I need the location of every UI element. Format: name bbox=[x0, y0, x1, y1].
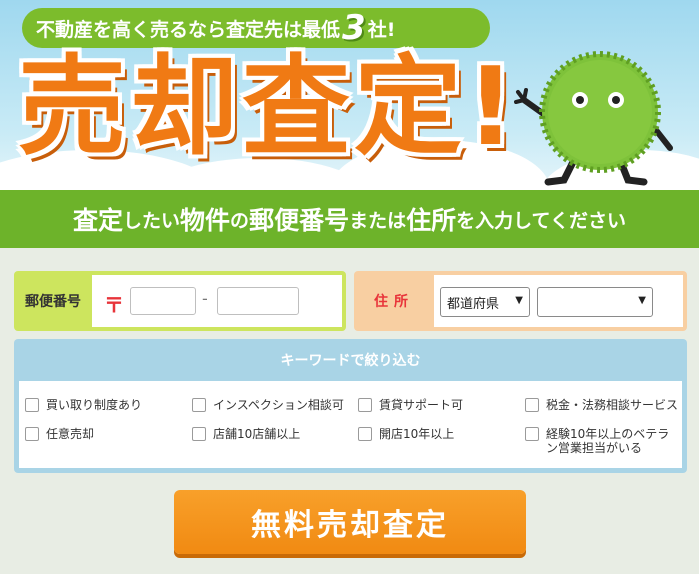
prefecture-select-value: 都道府県 bbox=[447, 296, 500, 312]
band-text: 査定 bbox=[73, 206, 124, 235]
band-text: 住所 bbox=[406, 206, 457, 235]
keyword-option[interactable]: 賃貸サポート可 bbox=[358, 398, 463, 412]
keyword-option-label: 税金・法務相談サービス bbox=[546, 398, 679, 412]
zip-label: 郵便番号 bbox=[25, 294, 81, 310]
keyword-option-label: 賃貸サポート可 bbox=[379, 398, 464, 412]
keyword-option[interactable]: 買い取り制度あり bbox=[25, 398, 142, 412]
keyword-option-label: 任意売却 bbox=[46, 427, 95, 441]
keyword-options: 買い取り制度あり インスペクション相談可 賃貸サポート可 税金・法務相談サービス… bbox=[19, 381, 682, 468]
zip-first-input[interactable] bbox=[130, 287, 196, 315]
free-appraisal-button[interactable]: 無料売却査定 bbox=[174, 490, 526, 554]
mascot-icon bbox=[514, 51, 673, 186]
keyword-option-label: 店舗10店舗以上 bbox=[213, 427, 301, 441]
band-text: または bbox=[349, 209, 407, 232]
tagline-text: 不動産を高く売るなら査定先は最低 bbox=[36, 18, 341, 41]
keyword-option-label: 経験10年以上のベテラン営業担当がいる bbox=[546, 427, 670, 455]
checkbox[interactable] bbox=[358, 427, 372, 441]
keyword-option[interactable]: 開店10年以上 bbox=[358, 427, 454, 441]
zip-input-area: 〒 - bbox=[92, 275, 342, 327]
band-text: の bbox=[230, 209, 250, 232]
zip-panel: 郵便番号 〒 - bbox=[14, 271, 346, 331]
address-panel: 住所 都道府県 ▼ ▼ bbox=[354, 271, 687, 331]
checkbox[interactable] bbox=[25, 427, 39, 441]
tagline-suffix: 社! bbox=[367, 18, 396, 41]
checkbox[interactable] bbox=[192, 398, 206, 412]
band-text: を入力してください bbox=[456, 209, 626, 232]
chevron-down-icon: ▼ bbox=[638, 295, 646, 306]
hero-tagline: 不動産を高く売るなら査定先は最低 3 社! bbox=[22, 8, 490, 48]
band-text: したい bbox=[123, 209, 181, 232]
checkbox[interactable] bbox=[25, 398, 39, 412]
keyword-option-label: 買い取り制度あり bbox=[46, 398, 143, 412]
checkbox[interactable] bbox=[525, 398, 539, 412]
band-text: 郵便番号 bbox=[249, 206, 350, 235]
instruction-band: 査定 したい 物件の郵便番号 または 住所 を入力してください bbox=[0, 190, 699, 248]
checkbox[interactable] bbox=[192, 427, 206, 441]
keyword-option[interactable]: 任意売却 bbox=[25, 427, 94, 441]
city-select[interactable]: ▼ bbox=[537, 287, 653, 317]
zip-second-input[interactable] bbox=[217, 287, 299, 315]
address-label: 住所 bbox=[374, 294, 414, 310]
checkbox[interactable] bbox=[525, 427, 539, 441]
keyword-option[interactable]: インスペクション相談可 bbox=[192, 398, 344, 412]
zip-dash: - bbox=[202, 289, 208, 308]
band-text: 物件 bbox=[180, 206, 231, 235]
hero-banner: 不動産を高く売るなら査定先は最低 3 社! 売却査定! bbox=[0, 0, 699, 190]
chevron-down-icon: ▼ bbox=[515, 295, 523, 306]
tagline-number: 3 bbox=[342, 8, 366, 48]
headline: 売却査定! bbox=[18, 45, 520, 170]
checkbox[interactable] bbox=[358, 398, 372, 412]
keyword-filter: キーワードで絞り込む 買い取り制度あり インスペクション相談可 賃貸サポート可 … bbox=[14, 339, 687, 473]
address-select-area: 都道府県 ▼ ▼ bbox=[434, 275, 683, 327]
prefecture-select[interactable]: 都道府県 ▼ bbox=[440, 287, 530, 317]
keyword-option-label: インスペクション相談可 bbox=[213, 398, 344, 412]
keyword-filter-title: キーワードで絞り込む bbox=[280, 353, 421, 369]
keyword-option-label: 開店10年以上 bbox=[379, 427, 455, 441]
keyword-option[interactable]: 店舗10店舗以上 bbox=[192, 427, 300, 441]
keyword-option[interactable]: 経験10年以上のベテラン営業担当がいる bbox=[525, 427, 675, 455]
postal-mark-icon: 〒 bbox=[104, 293, 124, 317]
keyword-option[interactable]: 税金・法務相談サービス bbox=[525, 398, 678, 412]
